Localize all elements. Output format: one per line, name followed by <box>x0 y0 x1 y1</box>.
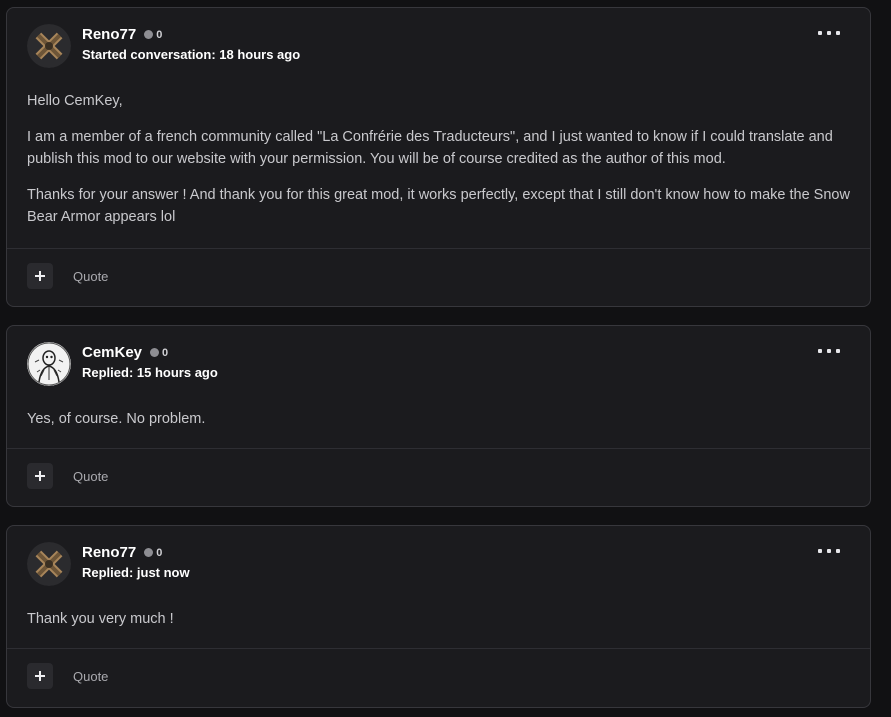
post-body: Yes, of course. No problem. <box>7 396 870 452</box>
author-line: CemKey 0 <box>82 344 168 361</box>
author-name[interactable]: Reno77 <box>82 26 136 43</box>
post-body: Thank you very much ! <box>7 596 870 652</box>
avatar-reno77[interactable] <box>27 24 71 68</box>
kudos-count: 0 <box>144 29 162 41</box>
post-meta: Replied: just now <box>82 565 190 580</box>
avatar-reno77[interactable] <box>27 542 71 586</box>
avatar-cemkey[interactable] <box>27 342 71 386</box>
author-line: Reno77 0 <box>82 544 162 561</box>
post-footer: Quote <box>7 248 870 306</box>
post-header: CemKey 0 Replied: 15 hours ago <box>7 326 870 396</box>
kudos-count: 0 <box>144 547 162 559</box>
post-footer: Quote <box>7 648 870 706</box>
post-footer: Quote <box>7 448 870 506</box>
more-options-icon[interactable] <box>818 344 840 358</box>
kudos-dot-icon <box>150 348 160 357</box>
post-body: Hello CemKey, I am a member of a french … <box>7 78 870 250</box>
post-header: Reno77 0 Replied: just now <box>7 526 870 596</box>
kudos-value: 0 <box>162 346 169 359</box>
kudos-value: 0 <box>156 546 163 559</box>
plus-icon[interactable] <box>27 263 53 289</box>
post-meta: Replied: 15 hours ago <box>82 365 218 380</box>
post-meta: Started conversation: 18 hours ago <box>82 47 301 62</box>
post-paragraph: Yes, of course. No problem. <box>27 411 206 427</box>
post-paragraph: Thanks for your answer ! And thank you f… <box>27 187 850 225</box>
plus-icon[interactable] <box>27 463 53 489</box>
post-paragraph: Thank you very much ! <box>27 611 174 627</box>
message-post-1: Reno77 0 Started conversation: 18 hours … <box>6 7 871 307</box>
more-options-icon[interactable] <box>818 544 840 558</box>
plus-icon[interactable] <box>27 663 53 689</box>
quote-button[interactable]: Quote <box>73 469 108 484</box>
quote-button[interactable]: Quote <box>73 269 108 284</box>
more-options-icon[interactable] <box>818 26 840 40</box>
kudos-value: 0 <box>156 28 163 41</box>
kudos-dot-icon <box>144 30 154 39</box>
kudos-dot-icon <box>144 548 154 557</box>
post-header: Reno77 0 Started conversation: 18 hours … <box>7 8 870 78</box>
post-paragraph: I am a member of a french community call… <box>27 129 833 167</box>
author-line: Reno77 0 <box>82 26 162 43</box>
quote-button[interactable]: Quote <box>73 669 108 684</box>
author-name[interactable]: CemKey <box>82 344 142 361</box>
message-post-2: CemKey 0 Replied: 15 hours ago Yes, of c… <box>6 325 871 507</box>
post-paragraph: Hello CemKey, <box>27 93 123 109</box>
kudos-count: 0 <box>150 347 168 359</box>
message-post-3: Reno77 0 Replied: just now Thank you ver… <box>6 525 871 708</box>
author-name[interactable]: Reno77 <box>82 544 136 561</box>
